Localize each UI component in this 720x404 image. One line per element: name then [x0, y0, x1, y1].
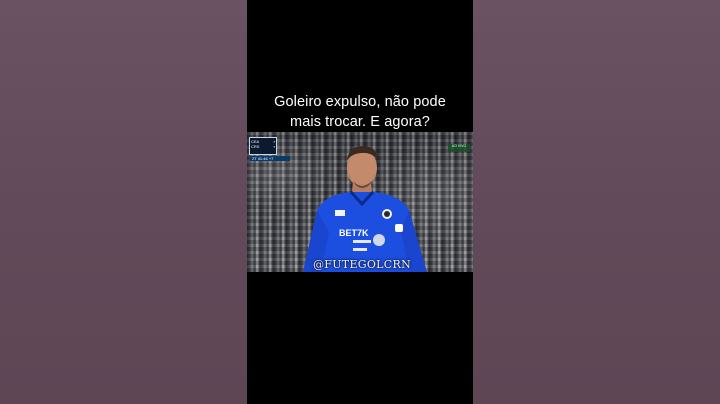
match-clock: 2T 41:46 +7 — [250, 156, 290, 161]
video-frame: CEA ▪ CRS ▪ 2T 41:46 +7 AO VIVO BET7K @F… — [247, 132, 473, 272]
scoreboard-overlay: CEA ▪ CRS ▪ 2T 41:46 +7 — [249, 137, 290, 161]
video-caption: Goleiro expulso, não pode mais trocar. E… — [247, 92, 473, 132]
live-tag: AO VIVO — [451, 144, 467, 148]
right-background — [472, 0, 720, 404]
jersey-sponsor-text: BET7K — [339, 228, 369, 238]
short-video-player[interactable]: Goleiro expulso, não pode mais trocar. E… — [247, 0, 473, 404]
away-team-abbr: CRS — [251, 144, 260, 149]
left-background — [0, 0, 247, 404]
caption-line-2: mais trocar. E agora? — [290, 114, 430, 130]
caption-line-1: Goleiro expulso, não pode — [274, 94, 446, 110]
broadcaster-bug: AO VIVO — [448, 144, 470, 152]
channel-watermark: @FUTEGOLCRN — [313, 258, 412, 271]
goalkeeper-figure: BET7K — [303, 146, 427, 272]
away-score: ▪ — [273, 144, 275, 149]
